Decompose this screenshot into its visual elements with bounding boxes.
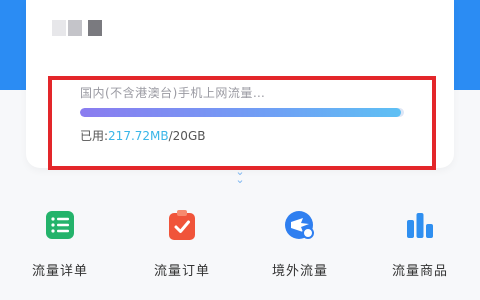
quick-actions: 流量详单 流量订单 境外流量 流量商品 — [0, 208, 480, 300]
list-icon — [43, 208, 77, 242]
action-label: 流量商品 — [391, 264, 448, 279]
action-label: 境外流量 — [271, 264, 328, 279]
action-roaming-data[interactable]: 境外流量 — [252, 208, 348, 279]
masked-info — [52, 20, 66, 36]
header-background-left — [0, 0, 26, 90]
header-background-right — [454, 0, 480, 90]
chevron-down-icon[interactable]: ⌄ ⌄ — [232, 166, 248, 185]
globe-plane-icon — [283, 208, 317, 242]
action-label: 流量详单 — [31, 264, 88, 279]
action-data-details[interactable]: 流量详单 — [12, 208, 108, 279]
action-label: 流量订单 — [153, 264, 210, 279]
highlight-box — [48, 76, 436, 170]
masked-info — [88, 20, 102, 36]
action-data-products[interactable]: 流量商品 — [372, 208, 468, 279]
masked-info — [68, 20, 82, 36]
bar-chart-icon — [403, 208, 437, 242]
action-data-orders[interactable]: 流量订单 — [134, 208, 230, 279]
clipboard-check-icon — [165, 208, 199, 242]
